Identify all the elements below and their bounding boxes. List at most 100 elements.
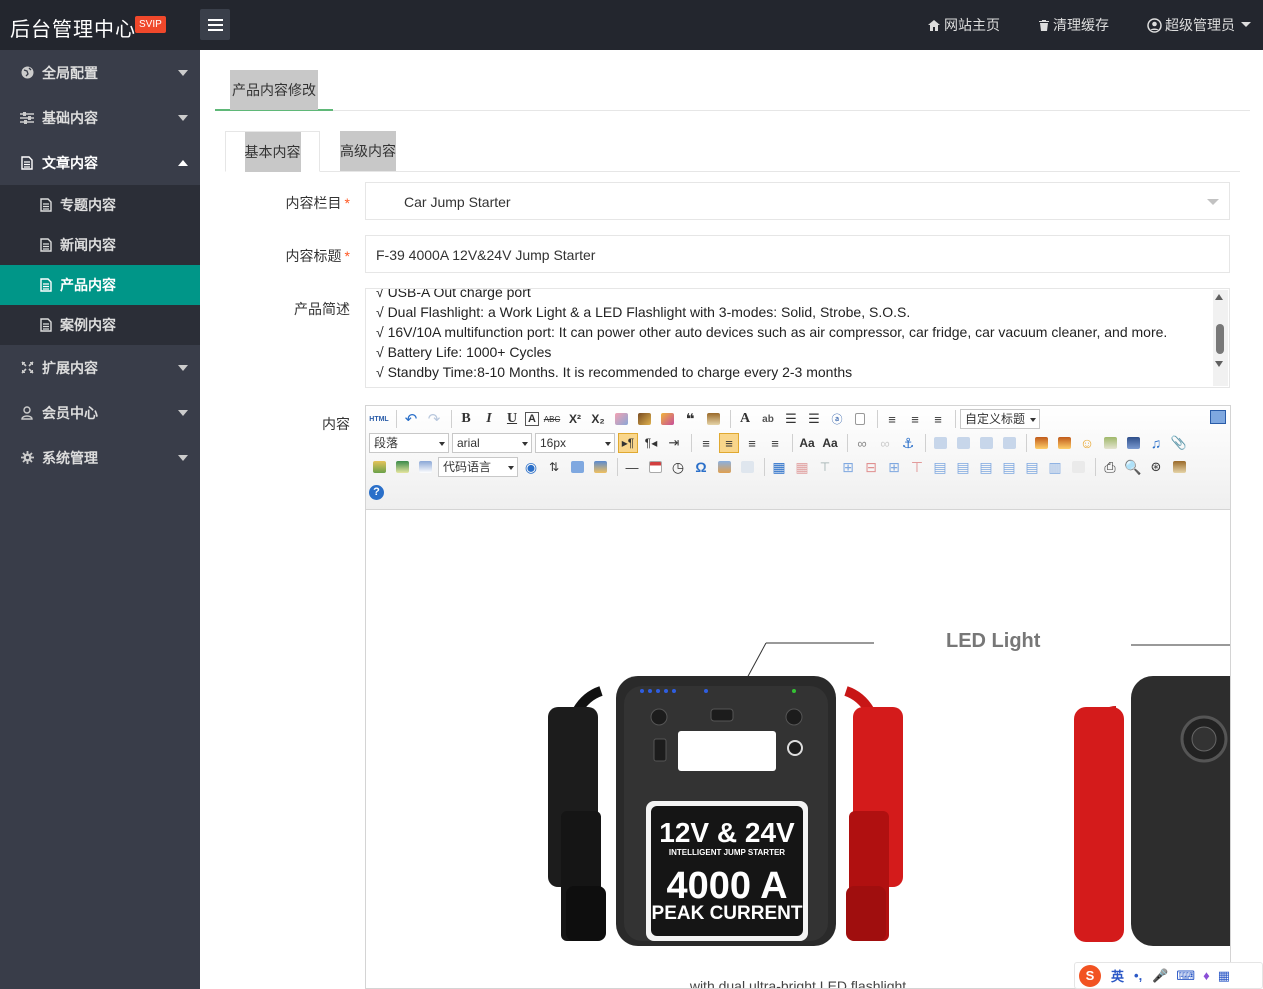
textarea-scrollbar[interactable] (1213, 290, 1228, 386)
align-center-icon[interactable]: ≡ (719, 433, 739, 453)
font-border-icon[interactable]: A (525, 412, 539, 426)
image-center-icon[interactable] (999, 433, 1019, 453)
insert-col-icon[interactable]: ⊞ (884, 457, 904, 477)
insert-image-icon[interactable] (1031, 433, 1051, 453)
clear-cache-link[interactable]: 清理缓存 (1038, 15, 1109, 35)
undo-icon[interactable]: ↶ (401, 409, 421, 429)
scroll-up-icon[interactable] (1215, 294, 1223, 300)
split-cells-icon[interactable]: ▤ (999, 457, 1019, 477)
attachment-icon[interactable]: 📎 (1169, 433, 1189, 453)
font-size-select[interactable]: 16px (535, 433, 615, 453)
align-left-icon[interactable]: ≡ (696, 433, 716, 453)
word-image-icon[interactable] (714, 457, 734, 477)
align-justify-icon[interactable]: ≡ (765, 433, 785, 453)
desc-textarea[interactable]: √ USB-A Out charge port √ Dual Flashligh… (365, 288, 1230, 388)
web-app-icon[interactable]: ◉ (521, 457, 541, 477)
sidebar-item-cases[interactable]: 案例内容 (0, 305, 200, 345)
insert-row-icon[interactable]: ⊞ (838, 457, 858, 477)
bold-icon[interactable]: B (456, 409, 476, 429)
music-icon[interactable]: ♫ (1146, 433, 1166, 453)
sidebar-item-article-content[interactable]: 文章内容 (0, 140, 200, 185)
ime-toolbar[interactable]: S 英 •, 🎤 ⌨ ♦ ▦ (1074, 962, 1263, 989)
menu-toggle-button[interactable] (200, 9, 230, 40)
blockquote-icon[interactable]: ❝ (680, 409, 700, 429)
site-home-link[interactable]: 网站主页 (927, 15, 1000, 35)
sidebar-item-extended-content[interactable]: 扩展内容 (0, 345, 200, 390)
gmap-icon[interactable] (392, 457, 412, 477)
sidebar-item-products[interactable]: 产品内容 (0, 265, 200, 305)
image-left-icon[interactable] (953, 433, 973, 453)
split-rows-icon[interactable]: ▤ (1022, 457, 1042, 477)
html-source-icon[interactable]: HTML (369, 409, 389, 429)
sidebar-item-topics[interactable]: 专题内容 (0, 185, 200, 225)
split-cols-icon[interactable]: ▥ (1045, 457, 1065, 477)
superscript-icon[interactable]: X² (565, 409, 585, 429)
ordered-list-icon[interactable]: ☰ (781, 409, 801, 429)
sidebar-item-global-config[interactable]: 全局配置 (0, 50, 200, 95)
unordered-list-icon[interactable]: ☰ (804, 409, 824, 429)
time-icon[interactable]: ◷ (668, 457, 688, 477)
ltr-direction-icon[interactable]: ▸¶ (618, 433, 638, 453)
page-break-icon[interactable]: ⇅ (544, 457, 564, 477)
special-chars-icon[interactable]: Ω (691, 457, 711, 477)
insert-paragraph-icon[interactable]: ⊤ (815, 457, 835, 477)
row-spacing-bottom-icon[interactable]: ≡ (905, 409, 925, 429)
to-uppercase-icon[interactable]: Aa (797, 433, 817, 453)
search-replace-icon[interactable]: ⊛ (1146, 457, 1166, 477)
delete-table-icon[interactable]: ▦ (792, 457, 812, 477)
eraser-icon[interactable] (611, 409, 631, 429)
scrawl-icon[interactable] (1100, 433, 1120, 453)
editor-content-area[interactable]: LED Light 12V & 24V INTELLIGENT JUMP STA… (366, 511, 1230, 988)
scroll-down-icon[interactable] (1215, 361, 1223, 367)
row-spacing-top-icon[interactable]: ≡ (882, 409, 902, 429)
merge-down-icon[interactable]: ▤ (976, 457, 996, 477)
merge-right-icon[interactable]: ▤ (953, 457, 973, 477)
microphone-icon[interactable]: 🎤 (1152, 968, 1168, 984)
emotion-icon[interactable]: ☺ (1077, 433, 1097, 453)
admin-user-menu[interactable]: 超级管理员 (1147, 15, 1255, 35)
line-height-icon[interactable]: ≡ (928, 409, 948, 429)
ime-lang-indicator[interactable]: 英 (1111, 966, 1124, 985)
paragraph-select[interactable]: 段落 (369, 433, 449, 453)
map-icon[interactable] (369, 457, 389, 477)
link-icon[interactable]: ∞ (852, 433, 872, 453)
italic-icon[interactable]: I (479, 409, 499, 429)
anchor-icon[interactable]: ⚓ (898, 433, 918, 453)
keyboard-icon[interactable]: ⌨ (1176, 968, 1195, 984)
tab-advanced-content[interactable]: 高级内容 (340, 131, 396, 172)
chart-icon[interactable] (1068, 457, 1088, 477)
custom-title-select[interactable]: 自定义标题 (960, 409, 1040, 429)
select-all-icon[interactable]: ⓐ (827, 409, 847, 429)
strikethrough-icon[interactable]: ABC (542, 409, 562, 429)
fullscreen-icon[interactable] (1210, 410, 1226, 424)
subscript-icon[interactable]: X₂ (588, 409, 608, 429)
code-language-select[interactable]: 代码语言 (438, 457, 518, 477)
paste-text-icon[interactable] (703, 409, 723, 429)
delete-row-icon[interactable]: ⊟ (861, 457, 881, 477)
toolbox-icon[interactable]: ▦ (1218, 968, 1230, 984)
insert-table-icon[interactable]: ▦ (769, 457, 789, 477)
sidebar-item-system-management[interactable]: 系统管理 (0, 435, 200, 480)
image-right-icon[interactable] (976, 433, 996, 453)
snapshot-icon[interactable] (737, 457, 757, 477)
font-family-select[interactable]: arial (452, 433, 532, 453)
image-none-icon[interactable] (930, 433, 950, 453)
preview-icon[interactable]: 🔍 (1123, 457, 1143, 477)
sidebar-item-basic-content[interactable]: 基础内容 (0, 95, 200, 140)
rtl-direction-icon[interactable]: ¶◂ (641, 433, 661, 453)
format-brush-icon[interactable] (634, 409, 654, 429)
category-select[interactable]: Car Jump Starter (365, 182, 1230, 220)
scrollbar-thumb[interactable] (1216, 324, 1224, 354)
insert-video-icon[interactable] (1123, 433, 1143, 453)
punctuation-icon[interactable]: •, (1134, 968, 1142, 983)
highlight-color-icon[interactable]: ab (758, 409, 778, 429)
to-lowercase-icon[interactable]: Aa (820, 433, 840, 453)
drafts-icon[interactable] (1169, 457, 1189, 477)
sidebar-item-member-center[interactable]: 会员中心 (0, 390, 200, 435)
multi-image-icon[interactable] (1054, 433, 1074, 453)
background-icon[interactable] (590, 457, 610, 477)
underline-icon[interactable]: U (502, 409, 522, 429)
print-icon[interactable]: ⎙ (1100, 457, 1120, 477)
align-right-icon[interactable]: ≡ (742, 433, 762, 453)
tab-product-edit[interactable]: 产品内容修改 (215, 70, 333, 111)
